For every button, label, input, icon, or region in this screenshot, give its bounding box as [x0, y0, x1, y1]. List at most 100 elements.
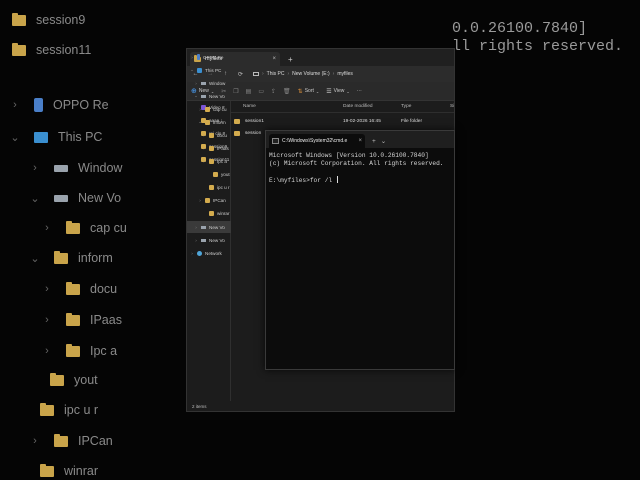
chevron-right-icon: › — [262, 71, 264, 77]
folder-icon — [40, 402, 54, 416]
drive-icon — [54, 164, 68, 172]
monitor-icon[interactable] — [253, 72, 259, 76]
breadcrumb-item[interactable]: myfiles — [337, 71, 353, 77]
refresh-icon[interactable]: ⟳ — [236, 71, 245, 78]
background-tree-item: yout — [50, 370, 98, 390]
chevron-right-icon[interactable]: › — [201, 146, 207, 151]
tree-item[interactable]: › New Vo — [187, 221, 231, 233]
tree-item[interactable]: ⌄ inform — [187, 116, 231, 128]
tree-item[interactable]: winrar — [187, 207, 231, 219]
chevron-right-icon[interactable]: › — [193, 225, 199, 230]
tree-item-label: IPaas — [217, 145, 229, 151]
background-tree-item: › docu — [40, 279, 117, 299]
chevron-right-icon: › — [287, 71, 290, 77]
column-header-size[interactable]: Si — [450, 104, 454, 109]
terminal-line: Microsoft Windows [Version 10.0.26100.78… — [269, 152, 429, 159]
tree-item[interactable]: › docu — [187, 129, 231, 141]
folder-icon — [205, 119, 210, 125]
chevron-right-icon: › — [332, 71, 335, 77]
drive-icon — [201, 238, 206, 242]
terminal-output[interactable]: Microsoft Windows [Version 10.0.26100.78… — [266, 148, 454, 189]
background-tree-item: ⌄ inform — [28, 248, 113, 268]
tree-item-label: Network — [205, 250, 222, 256]
tree-item-label: Window — [209, 80, 226, 86]
pc-icon — [197, 67, 202, 73]
background-tree-label: inform — [78, 251, 113, 265]
close-icon[interactable]: × — [272, 56, 276, 62]
close-icon[interactable]: × — [358, 138, 362, 144]
background-tree-label: yout — [74, 373, 98, 387]
tree-item[interactable]: ⌄ This PC — [187, 64, 231, 76]
background-tree-label: IPaas — [90, 313, 122, 327]
chevron-down-icon: ⌄ — [346, 88, 350, 94]
file-date: 19-02-2026 16:45 — [343, 118, 381, 124]
chevron-right-icon[interactable]: › — [189, 251, 195, 256]
tree-item[interactable]: › IPCan — [187, 194, 231, 206]
background-tree-item: › Window — [28, 158, 122, 178]
chevron-right-icon[interactable]: › — [193, 81, 199, 86]
copy-icon[interactable]: ❐ — [233, 88, 238, 95]
background-tree-label: IPCan — [78, 434, 113, 448]
folder-icon — [209, 145, 214, 151]
navigation-pane: Video # aaaa ¡ raj clo # session9 session11 … — [187, 54, 231, 401]
chevron-down-icon: ⌄ — [10, 131, 20, 144]
tree-item-label: New Vo — [209, 93, 225, 99]
tree-item-label: New Vo — [209, 237, 225, 243]
tree-item[interactable]: › OPPO Re — [187, 51, 231, 63]
chevron-right-icon[interactable]: › — [193, 238, 199, 243]
tree-item-label: This PC — [205, 67, 222, 73]
folder-icon — [66, 220, 80, 234]
chevron-right-icon[interactable]: › — [201, 159, 207, 164]
tree-item-label: yout — [221, 171, 230, 177]
folder-icon — [209, 132, 214, 138]
cmd-tabstrip: C:\Windows\System32\cmd.e × + ⌄ — [266, 131, 454, 148]
column-header-type[interactable]: Type — [401, 104, 411, 109]
tree-item[interactable]: › Network — [187, 247, 231, 259]
tree-item[interactable]: › IPaas — [187, 142, 231, 154]
chevron-down-icon[interactable]: ⌄ — [193, 93, 199, 99]
tree-item[interactable]: ⌄ New Vo — [187, 90, 231, 102]
background-tree-item: › Ipc a — [40, 341, 117, 361]
column-header-date[interactable]: Date modified — [343, 104, 373, 109]
breadcrumb-item[interactable]: New Volume (E:) — [292, 71, 330, 77]
tree-item[interactable]: › Ipc a — [187, 155, 231, 167]
tree-item[interactable]: › cap cu — [187, 103, 231, 115]
column-header-name[interactable]: Name — [243, 104, 256, 109]
chevron-right-icon[interactable]: › — [189, 55, 195, 60]
tree-item-label: Ipc a — [217, 158, 227, 164]
chevron-right-icon[interactable]: › — [201, 133, 207, 138]
folder-icon — [209, 184, 214, 190]
paste-icon[interactable]: ▤ — [246, 88, 252, 95]
sort-button[interactable]: ⇅ Sort ⌄ — [298, 88, 320, 95]
tree-item-label: cap cu — [213, 106, 227, 112]
phone-icon — [34, 98, 43, 112]
breadcrumb-item[interactable]: This PC — [267, 71, 285, 77]
chevron-right-icon[interactable]: › — [197, 107, 203, 112]
tree-item[interactable]: › Window — [187, 77, 231, 89]
folder-icon — [12, 42, 26, 56]
chevron-right-icon[interactable]: › — [197, 198, 203, 203]
tree-item[interactable]: › New Vo — [187, 234, 231, 246]
sort-icon: ⇅ — [297, 88, 303, 95]
chevron-down-icon[interactable]: ⌄ — [197, 119, 203, 125]
background-tree-label: ipc u r — [64, 403, 99, 417]
chevron-down-icon[interactable]: ⌄ — [189, 67, 195, 73]
new-tab-button[interactable]: + — [372, 138, 376, 145]
share-icon[interactable]: ⇪ — [271, 88, 276, 95]
terminal-prompt-line[interactable]: E:\myfiles>for /l — [269, 176, 451, 185]
delete-icon[interactable]: 🗑 — [283, 88, 291, 95]
tree-item[interactable]: yout — [187, 168, 231, 180]
cmd-tab[interactable]: C:\Windows\System32\cmd.e × — [269, 134, 365, 148]
phone-icon — [197, 54, 200, 60]
text-cursor — [336, 176, 338, 183]
rename-icon[interactable]: ▭ — [258, 88, 264, 95]
chevron-down-icon[interactable]: ⌄ — [381, 137, 386, 145]
background-tree-item: › cap cu — [40, 218, 127, 238]
view-button[interactable]: ☰ View ⌄ — [326, 88, 350, 95]
tree-item[interactable]: ipc u r — [187, 181, 231, 193]
file-row[interactable]: session1 19-02-2026 16:45 File folder — [231, 115, 454, 127]
folder-icon — [12, 12, 26, 26]
new-tab-button[interactable]: + — [288, 55, 293, 64]
more-options-button[interactable]: ··· — [357, 88, 362, 94]
